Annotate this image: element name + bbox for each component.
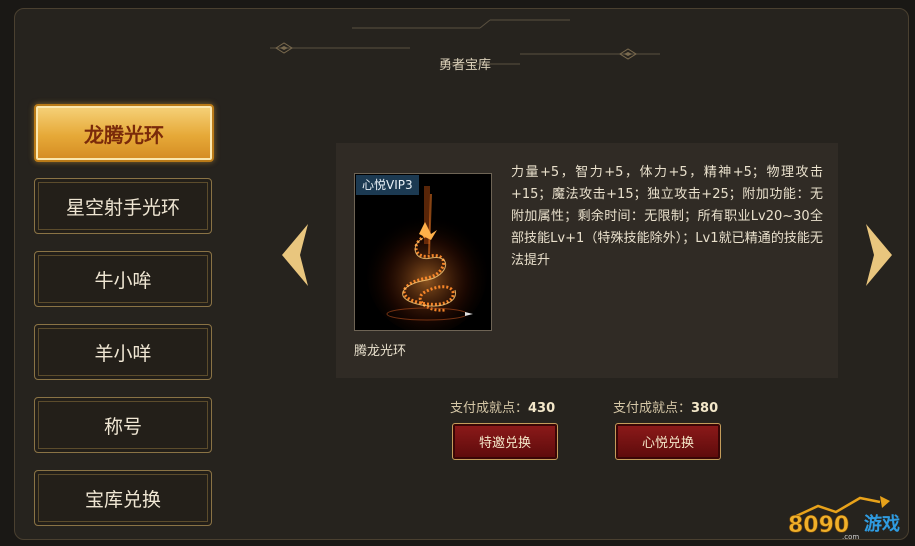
- 8090-logo: 8090 游戏 .com: [788, 496, 900, 540]
- nav-item-label: 宝库兑换: [84, 488, 161, 511]
- cost-label: 支付成就点：: [613, 401, 692, 416]
- nav-item-vault-exchange[interactable]: 宝库兑换: [34, 470, 212, 526]
- item-description: 力量+5，智力+5，体力+5，精神+5；物理攻击+15；魔法攻击+15；独立攻击…: [511, 165, 823, 268]
- nav-item-label: 称号: [103, 415, 142, 438]
- nav-item-label: 羊小咩: [94, 342, 152, 365]
- button-label: 心悦兑换: [641, 436, 694, 451]
- cost-value: 430: [528, 401, 556, 416]
- chevron-right-icon[interactable]: [862, 222, 896, 288]
- chevron-left-icon[interactable]: [278, 222, 312, 288]
- vip-exchange-button[interactable]: 心悦兑换: [615, 423, 721, 460]
- cost-value: 380: [691, 401, 719, 416]
- nav-item-label: 星空射手光环: [65, 196, 180, 219]
- vip-tag: 心悦VIP3: [356, 175, 419, 195]
- item-name: 腾龙光环: [354, 344, 407, 359]
- nav-item-star-archer-halo[interactable]: 星空射手光环: [34, 178, 212, 234]
- button-label: 特邀兑换: [478, 436, 531, 451]
- svg-text:游戏: 游戏: [864, 513, 900, 535]
- nav-item-title[interactable]: 称号: [34, 397, 212, 453]
- svg-text:.com: .com: [842, 533, 859, 540]
- nav-item-longteng-halo[interactable]: 龙腾光环: [34, 104, 214, 162]
- dragon-halo-image: [355, 174, 491, 330]
- window-title: 勇者宝库: [438, 58, 491, 73]
- nav-item-yang-xiaomie[interactable]: 羊小咩: [34, 324, 212, 380]
- nav-item-niu-xiaomou[interactable]: 牛小哞: [34, 251, 212, 307]
- cost-special: 支付成就点：430: [450, 397, 555, 416]
- item-image: [354, 173, 492, 331]
- svg-text:8090: 8090: [788, 513, 849, 538]
- nav-item-label: 牛小哞: [94, 269, 152, 292]
- cost-label: 支付成就点：: [450, 401, 529, 416]
- nav-item-label: 龙腾光环: [84, 122, 164, 147]
- special-exchange-button[interactable]: 特邀兑换: [452, 423, 558, 460]
- cost-vip: 支付成就点：380: [613, 397, 718, 416]
